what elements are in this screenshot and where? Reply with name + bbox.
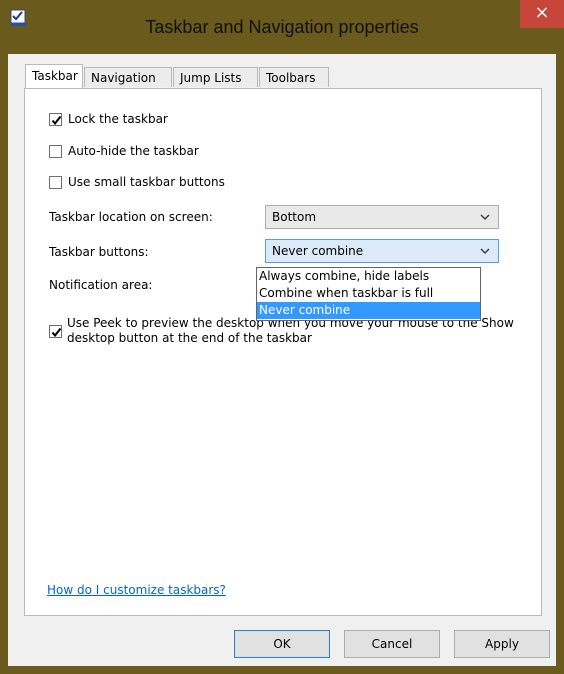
- small-buttons-option[interactable]: Use small taskbar buttons: [49, 175, 225, 189]
- lock-taskbar-option[interactable]: Lock the taskbar: [49, 112, 168, 126]
- tab-navigation[interactable]: Navigation: [84, 67, 172, 87]
- close-icon: ×: [534, 2, 550, 23]
- help-link[interactable]: How do I customize taskbars?: [47, 583, 226, 597]
- taskbar-buttons-select[interactable]: Never combine: [265, 239, 499, 263]
- apply-button[interactable]: Apply: [454, 630, 550, 658]
- chevron-down-icon: [480, 214, 490, 221]
- tab-taskbar[interactable]: Taskbar: [25, 64, 83, 88]
- cancel-button[interactable]: Cancel: [344, 630, 440, 658]
- lock-taskbar-checkbox[interactable]: [49, 112, 62, 126]
- autohide-checkbox[interactable]: [49, 144, 62, 158]
- taskbar-tab-panel: Lock the taskbar Auto-hide the taskbar U…: [24, 88, 542, 616]
- location-value: Bottom: [272, 210, 317, 224]
- taskbar-buttons-label: Taskbar buttons:: [49, 245, 149, 259]
- title-bar[interactable]: Taskbar and Navigation properties ×: [0, 0, 564, 54]
- chevron-down-icon: [480, 248, 490, 255]
- properties-dialog: Taskbar and Navigation properties × Task…: [0, 0, 564, 674]
- dropdown-option-never-combine[interactable]: Never combine: [257, 302, 480, 319]
- autohide-label: Auto-hide the taskbar: [68, 144, 199, 158]
- dropdown-option-combine-when-full[interactable]: Combine when taskbar is full: [257, 285, 480, 302]
- dialog-client-area: Taskbar Navigation Jump Lists Toolbars L…: [8, 54, 556, 666]
- notification-area-label: Notification area:: [49, 278, 153, 292]
- taskbar-buttons-value: Never combine: [272, 244, 364, 258]
- tab-toolbars[interactable]: Toolbars: [259, 67, 329, 87]
- ok-button[interactable]: OK: [234, 630, 330, 658]
- close-button[interactable]: ×: [520, 0, 564, 28]
- tab-jump-lists[interactable]: Jump Lists: [173, 67, 258, 87]
- dropdown-option-always-combine[interactable]: Always combine, hide labels: [257, 268, 480, 285]
- small-buttons-label: Use small taskbar buttons: [68, 175, 225, 189]
- lock-taskbar-label: Lock the taskbar: [68, 112, 168, 126]
- small-buttons-checkbox[interactable]: [49, 175, 62, 189]
- taskbar-buttons-dropdown: Always combine, hide labels Combine when…: [256, 267, 481, 321]
- peek-checkbox[interactable]: [49, 325, 62, 338]
- window-title: Taskbar and Navigation properties: [145, 17, 419, 37]
- checkmark-icon: [51, 327, 62, 338]
- location-label: Taskbar location on screen:: [49, 210, 213, 224]
- peek-option[interactable]: [49, 325, 62, 338]
- location-select[interactable]: Bottom: [265, 205, 499, 229]
- autohide-option[interactable]: Auto-hide the taskbar: [49, 144, 199, 158]
- checkmark-icon: [51, 115, 62, 125]
